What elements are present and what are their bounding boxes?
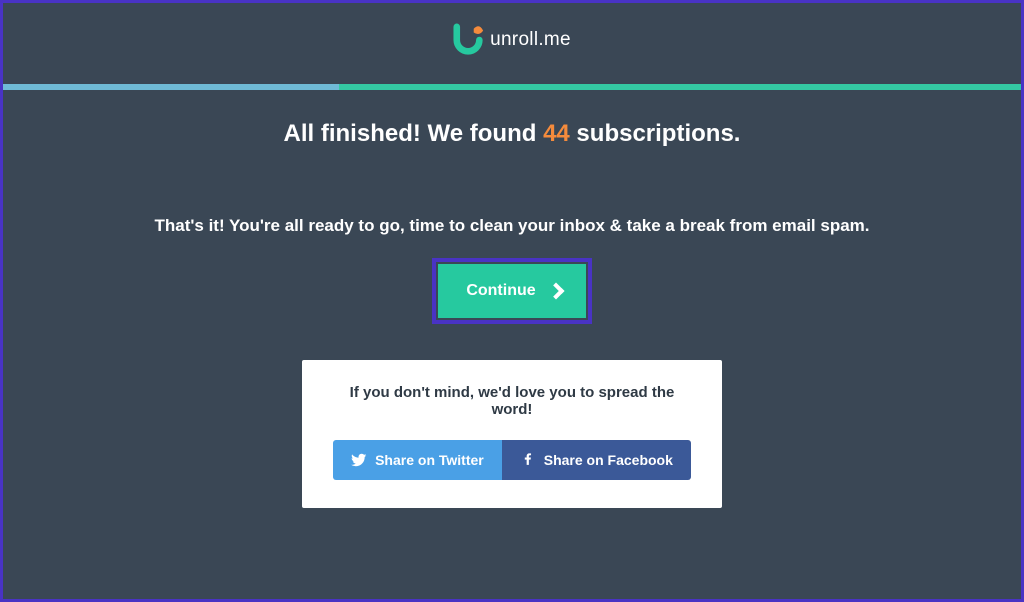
facebook-icon: [520, 452, 536, 468]
headline-suffix: subscriptions.: [570, 120, 741, 147]
share-title: If you don't mind, we'd love you to spre…: [328, 384, 696, 418]
share-facebook-button[interactable]: Share on Facebook: [502, 440, 691, 480]
chevron-right-icon: [547, 283, 564, 300]
share-twitter-button[interactable]: Share on Twitter: [333, 440, 502, 480]
share-facebook-label: Share on Facebook: [544, 452, 673, 468]
share-card: If you don't mind, we'd love you to spre…: [302, 360, 722, 508]
continue-label: Continue: [466, 282, 535, 300]
subheadline: That's it! You're all ready to go, time …: [3, 216, 1021, 236]
headline-prefix: All finished! We found: [284, 120, 544, 147]
share-twitter-label: Share on Twitter: [375, 452, 484, 468]
header: unroll.me: [3, 3, 1021, 84]
brand-name: unroll.me: [490, 29, 571, 51]
headline: All finished! We found 44 subscriptions.: [3, 120, 1021, 148]
continue-wrap: Continue: [3, 264, 1021, 318]
share-row: Share on Twitter Share on Facebook: [328, 440, 696, 480]
continue-button[interactable]: Continue: [438, 264, 585, 318]
twitter-icon: [351, 452, 367, 468]
unroll-logo-icon: [453, 23, 485, 57]
accent-divider: [3, 84, 1021, 90]
brand-logo: unroll.me: [453, 23, 571, 57]
subscription-count: 44: [543, 120, 570, 147]
